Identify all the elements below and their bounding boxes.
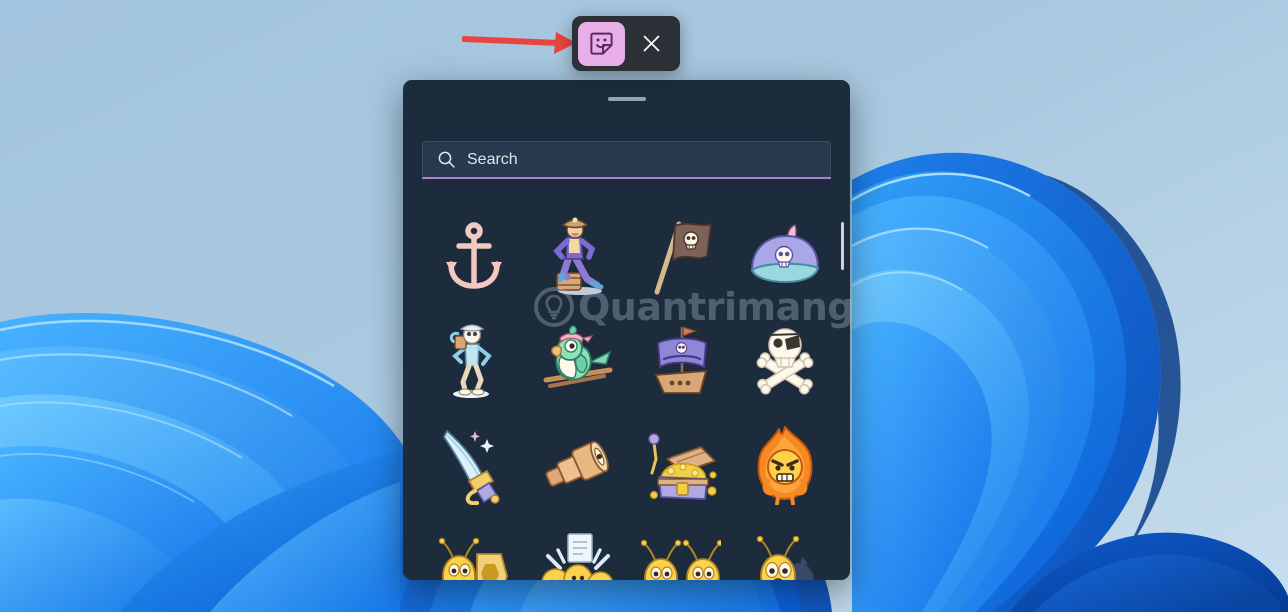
sticker-parrot[interactable]: [532, 315, 624, 407]
drag-handle[interactable]: [607, 97, 646, 101]
sticker-two-bees-gift[interactable]: [635, 523, 727, 580]
search-input[interactable]: [467, 150, 797, 169]
sticker-button[interactable]: [578, 21, 625, 66]
sticker-pirate-captain[interactable]: [532, 211, 624, 303]
sticker-grid: [422, 205, 837, 580]
close-button[interactable]: [627, 22, 675, 66]
sticker-pirate-hat[interactable]: [739, 211, 831, 303]
sticker-icon: [590, 32, 613, 55]
search-accent-underline: [422, 177, 831, 179]
sticker-telescope[interactable]: [532, 419, 624, 511]
sticker-treasure-chest[interactable]: [635, 419, 727, 511]
sticker-pirate-ship[interactable]: [635, 315, 727, 407]
sticker-angry-fire-face[interactable]: [739, 419, 831, 511]
search-field-container[interactable]: [422, 141, 831, 178]
sticker-picker-panel: [403, 80, 850, 580]
sticker-pirate-skeleton[interactable]: [428, 315, 520, 407]
sticker-anchor[interactable]: [428, 211, 520, 303]
search-icon: [437, 150, 456, 169]
sticker-pirate-flag[interactable]: [635, 211, 727, 303]
sticker-skull-and-crossbones[interactable]: [739, 315, 831, 407]
close-icon: [643, 35, 659, 52]
sticker-cutlass-sword[interactable]: [428, 419, 520, 511]
desktop: Quantrimang: [0, 0, 1288, 612]
sticker-bees-celebrating[interactable]: [532, 523, 624, 580]
vertical-scrollbar[interactable]: [841, 222, 844, 270]
sticker-scared-bee[interactable]: [739, 523, 831, 580]
floating-sticker-toolbar: [572, 16, 680, 71]
sticker-bee-with-honeycomb[interactable]: [428, 523, 520, 580]
